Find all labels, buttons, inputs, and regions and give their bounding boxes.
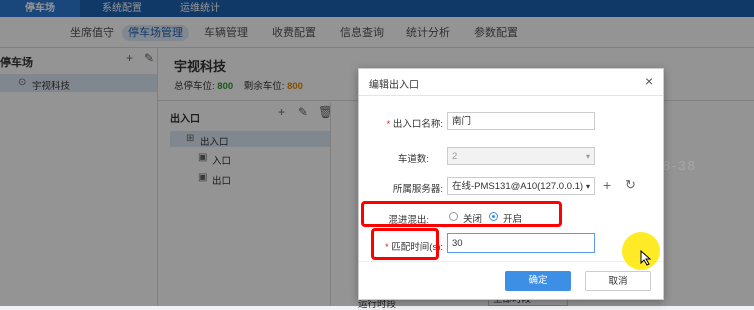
- highlight-box-match-time: [371, 228, 439, 260]
- chevron-down-icon: ▾: [585, 182, 590, 191]
- name-input-value: 南门: [452, 116, 472, 127]
- lanes-label: 车道数:: [397, 154, 429, 165]
- ok-button[interactable]: 确定: [505, 271, 571, 291]
- name-label: * 出入口名称:: [386, 119, 443, 130]
- chevron-down-icon: ▾: [585, 152, 590, 161]
- mouse-cursor-icon: [640, 250, 652, 266]
- lanes-select-value: 2: [452, 151, 458, 162]
- server-label: 所属服务器:: [392, 184, 443, 195]
- close-icon[interactable]: ×: [645, 73, 653, 89]
- dialog-footer-divider: [359, 261, 663, 262]
- name-input[interactable]: 南门: [447, 112, 595, 130]
- server-select[interactable]: 在线-PMS131@A10(127.0.0.1) ▾: [447, 177, 595, 195]
- highlight-box-mixed: [361, 201, 562, 227]
- lanes-select: 2 ▾: [447, 147, 595, 165]
- cancel-button[interactable]: 取消: [585, 271, 651, 291]
- dialog-title: 编辑出入口: [369, 80, 419, 91]
- refresh-icon[interactable]: ↻: [625, 178, 636, 191]
- server-select-value: 在线-PMS131@A10(127.0.0.1): [452, 181, 584, 192]
- dialog-header: 编辑出入口 ×: [359, 69, 663, 96]
- match-time-input[interactable]: 30: [447, 233, 595, 253]
- match-time-value: 30: [452, 238, 463, 249]
- name-label-text: 出入口名称:: [392, 119, 443, 130]
- edit-entrance-dialog: 编辑出入口 × * 出入口名称: 南门 车道数: 2 ▾ 所属服务器: 在线-PM…: [358, 68, 664, 300]
- plus-icon[interactable]: +: [603, 178, 611, 192]
